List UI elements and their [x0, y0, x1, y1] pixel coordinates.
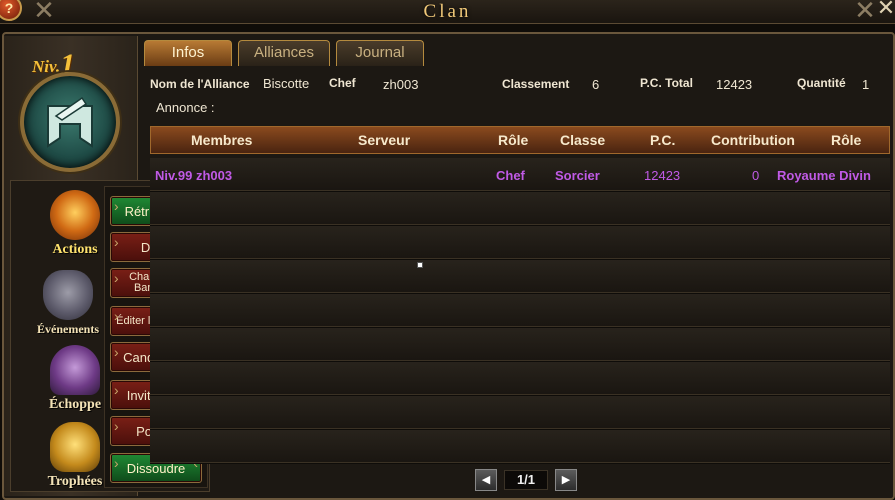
category-events[interactable]: Événements: [28, 270, 108, 337]
table-row: [150, 396, 890, 429]
total-pc-value: 12423: [716, 77, 753, 92]
category-trophies[interactable]: Trophées: [30, 422, 120, 490]
actions-icon: [50, 190, 100, 240]
category-label: Trophées: [47, 474, 103, 489]
prev-page-button[interactable]: ◀: [475, 469, 497, 491]
tab-journal[interactable]: Journal: [336, 40, 424, 66]
col-pc[interactable]: P.C.: [650, 132, 675, 148]
alliance-name: Biscotte: [263, 76, 310, 91]
trophies-icon: [50, 422, 100, 472]
total-pc-label: P.C. Total: [640, 76, 693, 90]
shop-icon: [50, 345, 100, 395]
member-cell: Niv.99 zh003: [155, 168, 233, 183]
members-table-body: Niv.99 zh003 Chef Sorcier 12423 0 Royaum…: [150, 158, 890, 464]
mouse-cursor: [417, 262, 423, 268]
next-page-button[interactable]: ▶: [555, 469, 577, 491]
announcement-label: Annonce :: [156, 100, 215, 115]
table-row: [150, 192, 890, 225]
col-role[interactable]: Rôle: [498, 132, 528, 148]
class-cell: Sorcier: [555, 168, 600, 183]
rank-label: Classement: [502, 77, 570, 91]
col-rank-role[interactable]: Rôle: [831, 132, 861, 148]
table-row: [150, 430, 890, 463]
page-indicator: 1/1: [504, 470, 548, 490]
table-row: [150, 260, 890, 293]
title-bar: ? ✕ Clan ✕ ✕: [0, 0, 895, 24]
alliance-name-label: Nom de l'Alliance: [150, 77, 250, 91]
contribution-cell: 0: [752, 168, 760, 183]
table-row[interactable]: Niv.99 zh003 Chef Sorcier 12423 0 Royaum…: [150, 158, 890, 191]
category-actions[interactable]: Actions: [30, 190, 120, 258]
chef-name: zh003: [383, 77, 419, 92]
col-server[interactable]: Serveur: [358, 132, 410, 148]
col-contribution[interactable]: Contribution: [711, 132, 795, 148]
table-row: [150, 226, 890, 259]
banner-icon: [47, 96, 93, 148]
table-row: [150, 362, 890, 395]
events-icon: [43, 270, 93, 320]
table-row: [150, 294, 890, 327]
category-shop[interactable]: Échoppe: [30, 345, 120, 413]
tab-infos[interactable]: Infos: [144, 40, 232, 66]
quantity-label: Quantité: [797, 76, 846, 90]
pc-cell: 12423: [644, 168, 681, 183]
category-label: Échoppe: [48, 397, 102, 412]
chef-label: Chef: [329, 76, 356, 90]
clan-banner-emblem[interactable]: [20, 72, 120, 172]
role-cell: Chef: [496, 168, 525, 183]
table-row: [150, 328, 890, 361]
category-label: Actions: [52, 242, 98, 257]
rank-value: 6: [592, 77, 600, 92]
tab-alliances[interactable]: Alliances: [238, 40, 330, 66]
col-members[interactable]: Membres: [191, 132, 252, 148]
col-class[interactable]: Classe: [560, 132, 605, 148]
members-table-header: Membres Serveur Rôle Classe P.C. Contrib…: [150, 126, 890, 154]
rank-role-cell: Royaume Divin: [777, 168, 871, 183]
window-title: Clan: [423, 1, 472, 22]
close-button[interactable]: ✕: [873, 0, 895, 22]
category-label: Événements: [37, 322, 99, 336]
quantity-value: 1: [862, 77, 870, 92]
